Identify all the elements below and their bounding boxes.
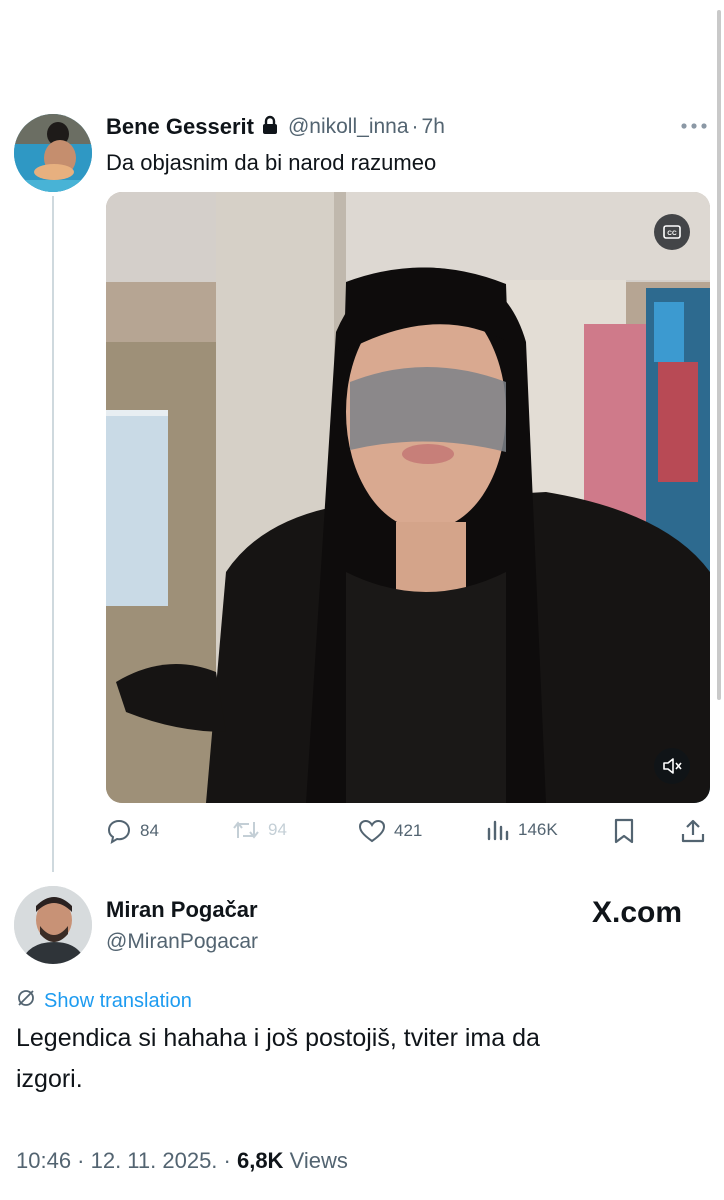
bookmark-icon[interactable] (612, 818, 636, 849)
xcom-watermark: X.com (592, 896, 683, 929)
show-translation-label: Show translation (44, 989, 192, 1012)
like-action[interactable]: 421 (358, 818, 422, 844)
reply-meta-time[interactable]: 10:46 · 12. 11. 2025. · (16, 1148, 237, 1173)
reply-count: 84 (140, 821, 159, 840)
reply-text-line1: Legendica si hahaha i još postojiš, tvit… (16, 1024, 540, 1052)
reply-meta-views-count: 6,8K (236, 1148, 284, 1173)
reply-meta-views-label: Views (283, 1148, 348, 1173)
cc-icon[interactable]: CC (654, 214, 690, 250)
translate-icon (16, 988, 36, 1014)
author-handle[interactable]: @nikoll_inna (288, 115, 409, 139)
more-icon[interactable] (680, 118, 708, 139)
video-frame (106, 192, 710, 803)
reply-action[interactable]: 84 (106, 818, 159, 844)
retweet-action[interactable]: 94 (232, 818, 287, 842)
like-icon (358, 818, 386, 844)
avatar-miran[interactable] (14, 886, 92, 964)
scrollbar[interactable] (717, 10, 721, 700)
tweet-header: Bene Gesserit @nikoll_inna · 7h (106, 112, 445, 142)
tweet-text: Da objasnim da bi narod razumeo (106, 150, 437, 175)
tweet-video[interactable]: CC (106, 192, 710, 803)
reply-author-handle[interactable]: @MiranPogacar (106, 930, 258, 954)
thread-connector (52, 196, 54, 872)
mute-icon[interactable] (654, 748, 690, 784)
reply-meta: 10:46 · 12. 11. 2025. · 6,8K Views (16, 1148, 348, 1174)
reply-text-line2: izgori. (16, 1065, 83, 1093)
svg-text:CC: CC (667, 230, 677, 237)
lock-icon (262, 115, 278, 140)
like-count: 421 (394, 821, 423, 840)
views-count: 146K (518, 820, 558, 839)
show-translation-link[interactable]: Show translation (16, 988, 192, 1014)
retweet-count: 94 (268, 820, 287, 839)
avatar-bene[interactable] (14, 114, 92, 192)
tweet-time[interactable]: 7h (422, 115, 445, 139)
reply-icon (106, 818, 132, 844)
reply-author-name[interactable]: Miran Pogačar (106, 897, 258, 923)
author-name[interactable]: Bene Gesserit (106, 114, 254, 140)
share-icon[interactable] (680, 818, 706, 849)
views-action[interactable]: 146K (486, 818, 558, 842)
retweet-icon (232, 818, 260, 842)
views-icon (486, 818, 510, 842)
header-separator: · (411, 115, 419, 138)
